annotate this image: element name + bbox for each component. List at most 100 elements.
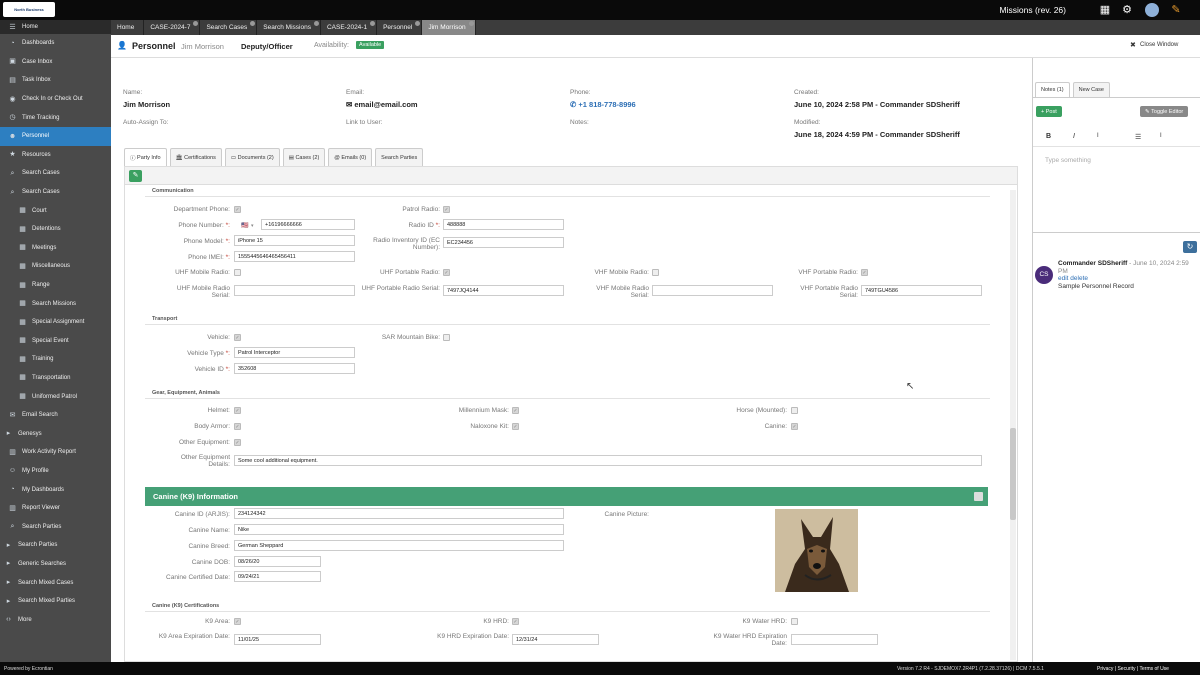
sidebar-item-search-missions[interactable]: ▦ Search Missions xyxy=(0,294,111,313)
sidebar-item-my-profile[interactable]: ☺ My Profile xyxy=(0,462,111,481)
indent-icon[interactable]: I xyxy=(1160,133,1162,139)
k9-area-checkbox[interactable] xyxy=(234,618,241,625)
apps-grid-icon[interactable]: ▦ xyxy=(1099,4,1111,16)
tab-emails[interactable]: @ Emails (0) xyxy=(328,148,373,166)
vehicle-checkbox[interactable] xyxy=(234,334,241,341)
k9-id-input[interactable]: 234124342 xyxy=(234,508,564,519)
sidebar-item-resources[interactable]: ★ Resources xyxy=(0,146,111,165)
tab-case-2024-7[interactable]: CASE-2024-7 xyxy=(144,20,201,35)
tab-certifications[interactable]: 🏛 Certifications xyxy=(169,148,222,166)
tab-party-info[interactable]: ⓘ Party Info xyxy=(124,148,167,166)
sidebar-item-search-parties[interactable]: ⌕ Search Parties xyxy=(0,517,111,536)
k9-name-input[interactable]: Nike xyxy=(234,524,564,535)
sidebar-item-search-mixed-cases[interactable]: ▸ Search Mixed Cases xyxy=(0,573,111,592)
sidebar-item-search-cases[interactable]: ⌕ Search Cases xyxy=(0,183,111,202)
close-icon[interactable] xyxy=(370,21,376,26)
sidebar-item-home[interactable]: ☰ Home xyxy=(0,20,111,34)
sidebar-item-email-search[interactable]: ✉ Email Search xyxy=(0,406,111,425)
patrol-radio-checkbox[interactable] xyxy=(443,206,450,213)
phone-imei-input[interactable]: 1555445646465456411 xyxy=(234,251,355,262)
refresh-icon[interactable]: ↻ xyxy=(1183,241,1197,253)
sidebar-item-detentions[interactable]: ▦ Detentions xyxy=(0,220,111,239)
sidebar-item-time-tracking[interactable]: ◷ Time Tracking xyxy=(0,108,111,127)
sidebar-item-meetings[interactable]: ▦ Meetings xyxy=(0,239,111,258)
italic-icon[interactable]: I xyxy=(1073,133,1075,140)
wrench-icon[interactable]: ✎ xyxy=(1170,4,1182,16)
sidebar-item-genesys[interactable]: ▸ Genesys xyxy=(0,424,111,443)
phone-number-input[interactable]: +16196666666 xyxy=(261,219,355,230)
vhf-portable-serial-input[interactable]: 749TGU4586 xyxy=(861,285,982,296)
other-details-input[interactable]: Some cool additional equipment. xyxy=(234,455,982,466)
uhf-portable-checkbox[interactable] xyxy=(443,269,450,276)
sidebar-item-task-inbox[interactable]: ▤ Task Inbox xyxy=(0,71,111,90)
sidebar-item-search-parties[interactable]: ▸ Search Parties xyxy=(0,536,111,555)
sidebar-item-training[interactable]: ▦ Training xyxy=(0,350,111,369)
sidebar-item-work-activity-report[interactable]: ▥ Work Activity Report xyxy=(0,443,111,462)
sidebar-item-special-assignment[interactable]: ▦ Special Assignment xyxy=(0,313,111,332)
helmet-checkbox[interactable] xyxy=(234,407,241,414)
edit-icon[interactable]: ✎ xyxy=(129,170,142,182)
naloxone-checkbox[interactable] xyxy=(512,423,519,430)
sidebar-item-range[interactable]: ▦ Range xyxy=(0,276,111,295)
close-icon[interactable] xyxy=(468,21,474,26)
tab-personnel[interactable]: Personnel xyxy=(377,20,423,35)
bold-icon[interactable]: B xyxy=(1046,133,1051,140)
sidebar-item-my-dashboards[interactable]: ◔ My Dashboards xyxy=(0,480,111,499)
tab-documents[interactable]: ▭ Documents (2) xyxy=(224,148,280,166)
tab-search-cases[interactable]: Search Cases xyxy=(200,20,258,35)
k9-certified-input[interactable]: 09/24/21 xyxy=(234,571,321,582)
sidebar-item-check-in-or-check-out[interactable]: ◉ Check In or Check Out xyxy=(0,90,111,109)
collapse-icon[interactable] xyxy=(974,492,983,501)
close-window-link[interactable]: Close Window xyxy=(1140,42,1178,48)
note-editor[interactable]: Type something xyxy=(1045,157,1091,164)
uhf-mobile-checkbox[interactable] xyxy=(234,269,241,276)
sidebar-item-dashboards[interactable]: ◔ Dashboards xyxy=(0,34,111,53)
tab-search-missions[interactable]: Search Missions xyxy=(257,20,321,35)
avatar[interactable] xyxy=(1145,3,1159,17)
uhf-portable-serial-input[interactable]: 7497JQ4144 xyxy=(443,285,564,296)
tab-home[interactable]: Home xyxy=(111,20,145,35)
sidebar-item-more[interactable]: ‹› More xyxy=(0,610,111,629)
tab-cases[interactable]: ▤ Cases (2) xyxy=(282,148,326,166)
format-icon[interactable]: I xyxy=(1097,133,1099,139)
millennium-mask-checkbox[interactable] xyxy=(512,407,519,414)
body-armor-checkbox[interactable] xyxy=(234,423,241,430)
vehicle-id-input[interactable]: 352608 xyxy=(234,363,355,374)
sidebar-item-search-mixed-parties[interactable]: ▸ Search Mixed Parties xyxy=(0,592,111,611)
tab-search-parties[interactable]: Search Parties xyxy=(375,148,424,166)
close-icon[interactable] xyxy=(313,21,319,26)
close-circle-icon[interactable]: ✖ xyxy=(1130,41,1136,49)
sidebar-item-case-inbox[interactable]: ▣ Case Inbox xyxy=(0,53,111,72)
us-flag-icon[interactable]: 🇺🇸 xyxy=(241,222,248,229)
sar-bike-checkbox[interactable] xyxy=(443,334,450,341)
radio-id-input[interactable]: 488888 xyxy=(443,219,564,230)
sidebar-item-transportation[interactable]: ▦ Transportation xyxy=(0,369,111,388)
sidebar-item-search-cases[interactable]: ⌕ Search Cases xyxy=(0,164,111,183)
close-icon[interactable] xyxy=(250,21,256,26)
tab-notes[interactable]: Notes (1) xyxy=(1035,82,1070,97)
note-actions[interactable]: edit delete xyxy=(1058,275,1198,283)
sidebar-item-uniformed-patrol[interactable]: ▦ Uniformed Patrol xyxy=(0,387,111,406)
sidebar-item-personnel[interactable]: ☻ Personnel xyxy=(0,126,111,146)
footer-links[interactable]: Privacy | Security | Terms of Use xyxy=(1097,666,1169,672)
k9-dob-input[interactable]: 08/26/20 xyxy=(234,556,321,567)
dept-phone-checkbox[interactable] xyxy=(234,206,241,213)
k9-hrd-exp-input[interactable]: 12/31/24 xyxy=(512,634,599,645)
gear-icon[interactable]: ⚙ xyxy=(1121,4,1133,16)
toggle-editor-button[interactable]: ✎ Toggle Editor xyxy=(1140,106,1189,117)
sidebar-item-generic-searches[interactable]: ▸ Generic Searches xyxy=(0,555,111,574)
other-equipment-checkbox[interactable] xyxy=(234,439,241,446)
scrollbar-thumb[interactable] xyxy=(1010,428,1016,520)
k9-water-exp-input[interactable] xyxy=(791,634,878,645)
k9-hrd-checkbox[interactable] xyxy=(512,618,519,625)
tab-jim-morrison[interactable]: Jim Morrison xyxy=(422,20,476,35)
vhf-mobile-checkbox[interactable] xyxy=(652,269,659,276)
radio-inventory-input[interactable]: EC234456 xyxy=(443,237,564,248)
vhf-mobile-serial-input[interactable] xyxy=(652,285,773,296)
tab-new-case[interactable]: New Case xyxy=(1072,82,1110,97)
k9-water-checkbox[interactable] xyxy=(791,618,798,625)
list-icon[interactable]: ☰ xyxy=(1135,133,1141,141)
canine-checkbox[interactable] xyxy=(791,423,798,430)
k9-breed-input[interactable]: German Sheppard xyxy=(234,540,564,551)
phone-model-input[interactable]: iPhone 15 xyxy=(234,235,355,246)
